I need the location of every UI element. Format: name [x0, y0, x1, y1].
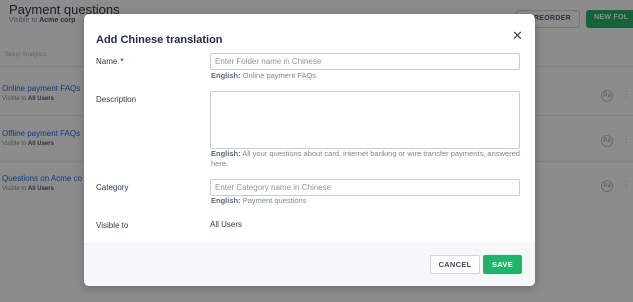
category-english-hint: English: Payment questions	[211, 196, 307, 205]
description-label: Description	[96, 95, 137, 104]
category-input[interactable]	[210, 179, 520, 196]
description-textarea[interactable]	[210, 91, 520, 149]
visible-to-label: Visible to	[96, 221, 129, 230]
name-input[interactable]	[210, 53, 520, 70]
dialog-footer: CANCEL SAVE	[84, 243, 535, 286]
dialog-title: Add Chinese translation	[96, 34, 223, 46]
visible-to-value: All Users	[210, 220, 243, 229]
category-label: Category	[96, 183, 129, 192]
name-english-hint: English: Online payment FAQs	[211, 71, 317, 80]
required-mark: *	[120, 57, 124, 66]
cancel-button[interactable]: CANCEL	[430, 255, 480, 274]
description-english-hint: English: All your questions about card, …	[211, 149, 520, 168]
save-button[interactable]: SAVE	[483, 255, 522, 274]
name-label: Name *	[96, 57, 124, 66]
close-icon[interactable]: ✕	[512, 29, 523, 42]
add-translation-dialog: Add Chinese translation ✕ Name* English:…	[84, 14, 535, 286]
